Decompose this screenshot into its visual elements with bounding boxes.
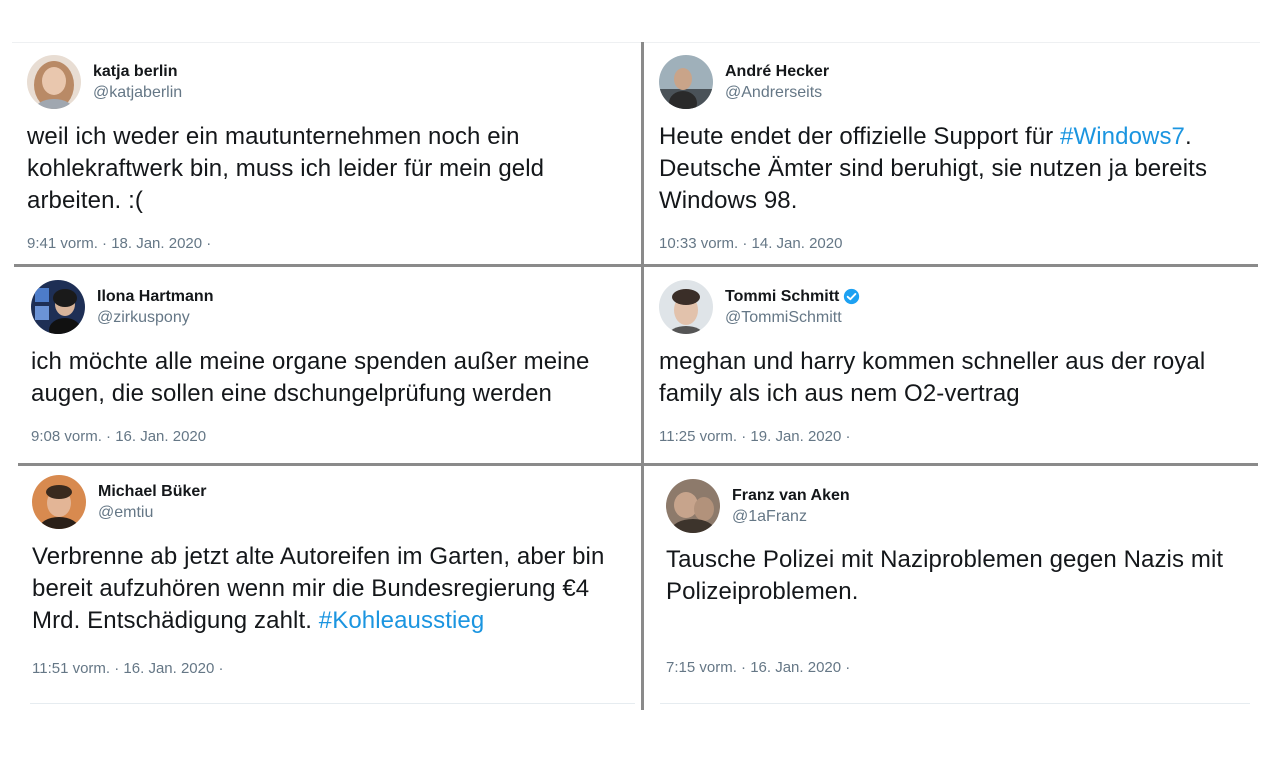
verified-badge-icon [844, 288, 860, 305]
tweet-timestamp[interactable]: 10:33 vorm. · 14. Jan. 2020 [659, 234, 842, 254]
display-name[interactable]: katja berlin [93, 62, 182, 82]
person-avatar-icon [32, 475, 86, 529]
hashtag-link[interactable]: #Windows7 [1060, 123, 1185, 150]
tweet-card[interactable]: Franz van Aken @1aFranz Tausche Polizei … [666, 478, 1251, 684]
user-handle[interactable]: @zirkuspony [97, 308, 213, 328]
tweet-card[interactable]: Tommi Schmitt @TommiSchmitt meghan und h… [659, 279, 1249, 459]
tweet-timestamp[interactable]: 7:15 vorm. · 16. Jan. 2020 · [666, 658, 850, 678]
display-name[interactable]: Ilona Hartmann [97, 287, 213, 307]
person-avatar-icon [659, 280, 713, 334]
display-name[interactable]: André Hecker [725, 62, 829, 82]
card-separator [30, 703, 635, 704]
card-separator [660, 703, 1250, 704]
person-avatar-icon [659, 55, 713, 109]
tweet-text: Verbrenne ab jetzt alte Autoreifen im Ga… [32, 543, 605, 634]
display-name[interactable]: Tommi Schmitt [725, 287, 860, 307]
tweet-timestamp[interactable]: 9:08 vorm. · 16. Jan. 2020 [31, 427, 206, 447]
user-handle[interactable]: @Andrerseits [725, 83, 829, 103]
tweet-timestamp[interactable]: 9:41 vorm. · 18. Jan. 2020 · [27, 234, 211, 254]
tweet-text: Tausche Polizei mit Naziproblemen gegen … [666, 546, 1224, 605]
tweet-text: ich möchte alle meine organe spenden auß… [31, 348, 590, 407]
display-name[interactable]: Michael Büker [98, 482, 206, 502]
horizontal-divider-bottom [18, 463, 1258, 466]
person-avatar-icon [31, 280, 85, 334]
tweet-card[interactable]: André Hecker @Andrerseits Heute endet de… [659, 54, 1249, 260]
avatar[interactable] [666, 479, 720, 533]
display-name[interactable]: Franz van Aken [732, 486, 850, 506]
user-handle[interactable]: @emtiu [98, 503, 206, 523]
tweet-timestamp[interactable]: 11:51 vorm. · 16. Jan. 2020 · [32, 659, 224, 679]
hashtag-link[interactable]: #Kohleausstieg [319, 607, 485, 634]
user-handle[interactable]: @katjaberlin [93, 83, 182, 103]
tweet-timestamp[interactable]: 11:25 vorm. · 19. Jan. 2020 · [659, 427, 851, 447]
tweet-card[interactable]: Ilona Hartmann @zirkuspony ich möchte al… [31, 279, 631, 459]
avatar[interactable] [32, 475, 86, 529]
user-handle[interactable]: @1aFranz [732, 507, 850, 527]
vertical-divider [641, 42, 644, 710]
avatar[interactable] [659, 280, 713, 334]
tweet-card[interactable]: Michael Büker @emtiu Verbrenne ab jetzt … [32, 474, 634, 684]
horizontal-divider-top [14, 264, 1258, 267]
avatar[interactable] [31, 280, 85, 334]
avatar[interactable] [659, 55, 713, 109]
tweet-text: Heute endet der offizielle Support für #… [659, 123, 1208, 214]
tweet-card[interactable]: katja berlin @katjaberlin weil ich weder… [27, 54, 627, 260]
person-avatar-icon [666, 479, 720, 533]
tweet-text: weil ich weder ein mautunternehmen noch … [27, 123, 545, 214]
tweet-text: meghan und harry kommen schneller aus de… [659, 348, 1206, 407]
user-handle[interactable]: @TommiSchmitt [725, 308, 860, 328]
person-avatar-icon [27, 55, 81, 109]
avatar[interactable] [27, 55, 81, 109]
